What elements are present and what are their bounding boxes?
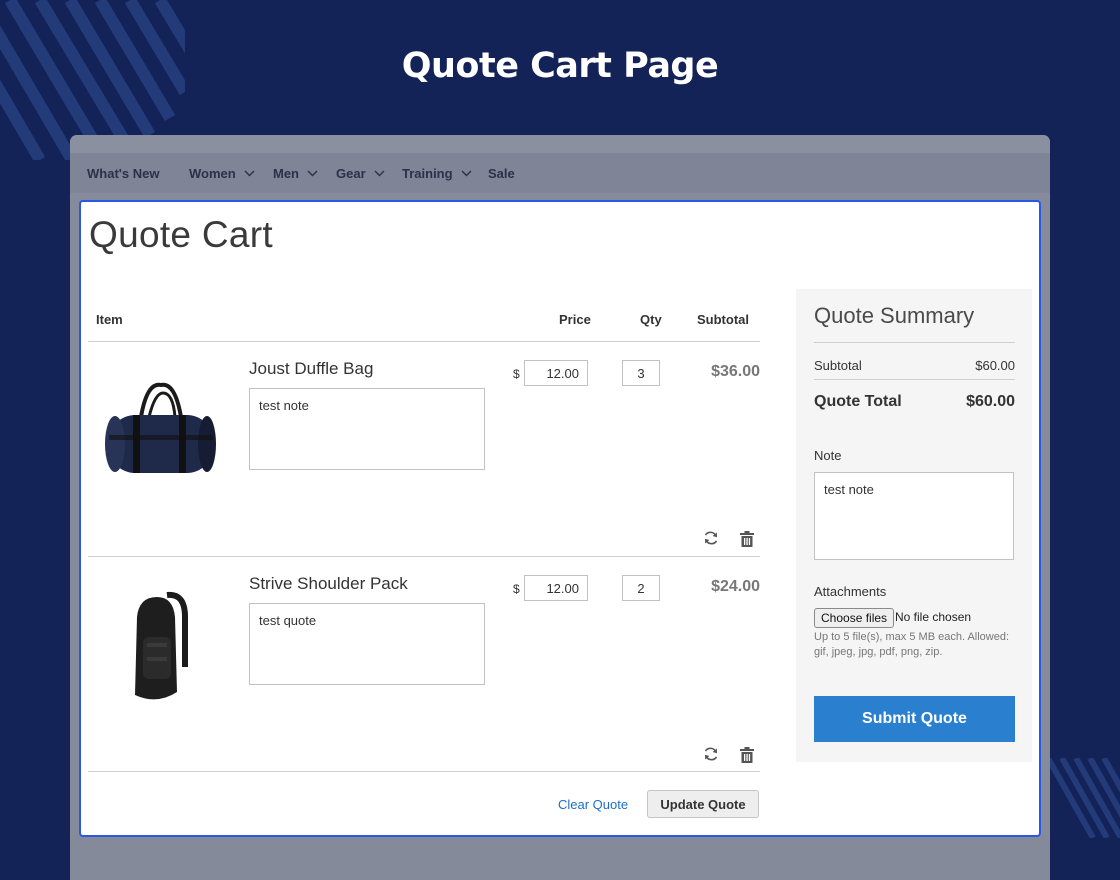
summary-divider bbox=[814, 379, 1015, 380]
attachments-help-text: Up to 5 file(s), max 5 MB each. Allowed:… bbox=[814, 631, 1010, 658]
summary-title: Quote Summary bbox=[814, 303, 975, 328]
item-note-field[interactable]: test quote bbox=[249, 603, 485, 685]
item-note-field[interactable]: test note bbox=[249, 388, 485, 470]
chevron-down-icon bbox=[461, 170, 472, 176]
shoulder-pack-image bbox=[135, 591, 188, 700]
nav-item-women[interactable]: Women bbox=[189, 153, 255, 193]
update-quote-button[interactable]: Update Quote bbox=[647, 790, 759, 818]
column-header-subtotal: Subtotal bbox=[697, 312, 749, 327]
choose-files-button[interactable]: Choose files bbox=[814, 608, 895, 628]
currency-symbol: $ bbox=[513, 367, 520, 381]
summary-divider bbox=[814, 342, 1015, 343]
quote-total-label: Quote Total bbox=[814, 393, 902, 410]
trash-icon[interactable] bbox=[738, 746, 756, 764]
quote-note-field[interactable]: test note bbox=[814, 472, 1014, 560]
item-subtotal: $36.00 bbox=[711, 363, 760, 380]
summary-subtotal-label: Subtotal bbox=[814, 358, 862, 373]
quote-summary: Quote Summary Subtotal $60.00 Quote Tota… bbox=[796, 289, 1032, 762]
table-row: Strive Shoulder Pack test quote $ 12.00 … bbox=[81, 557, 761, 771]
update-icon[interactable] bbox=[702, 745, 720, 763]
page-heading: Quote Cart Page bbox=[401, 46, 719, 86]
nav-item-label: Training bbox=[402, 165, 453, 181]
column-header-price: Price bbox=[559, 312, 591, 327]
nav-item-label: Men bbox=[273, 165, 299, 181]
chevron-down-icon bbox=[307, 170, 318, 176]
nav-item-men[interactable]: Men bbox=[273, 153, 318, 193]
column-header-item: Item bbox=[96, 312, 123, 327]
cart-title: Quote Cart bbox=[89, 214, 273, 255]
decorative-stripes-bottom-right bbox=[1048, 758, 1120, 838]
nav-item-label: Women bbox=[189, 165, 236, 181]
nav-item-sale[interactable]: Sale bbox=[488, 153, 515, 193]
summary-subtotal-value: $60.00 bbox=[975, 358, 1015, 373]
submit-quote-button[interactable]: Submit Quote bbox=[814, 696, 1015, 742]
attachments-label: Attachments bbox=[814, 584, 887, 599]
table-divider bbox=[88, 771, 760, 772]
item-name[interactable]: Strive Shoulder Pack bbox=[249, 574, 408, 594]
no-file-chosen-text: No file chosen bbox=[895, 610, 972, 624]
frame-top-band bbox=[70, 135, 1050, 153]
update-icon[interactable] bbox=[702, 529, 720, 547]
price-input[interactable]: 12.00 bbox=[524, 575, 588, 601]
nav-item-label: Sale bbox=[488, 165, 515, 181]
main-navigation: What's New Women Men Gear Training Sale bbox=[70, 153, 1050, 193]
note-label: Note bbox=[814, 448, 842, 463]
currency-symbol: $ bbox=[513, 582, 520, 596]
frame-bottom-band bbox=[70, 835, 1050, 880]
nav-item-gear[interactable]: Gear bbox=[336, 153, 385, 193]
nav-item-label: What's New bbox=[87, 165, 160, 181]
qty-input[interactable]: 3 bbox=[622, 360, 660, 386]
table-row: Joust Duffle Bag test note $ 12.00 3 $36… bbox=[81, 342, 761, 556]
trash-icon[interactable] bbox=[738, 530, 756, 548]
nav-item-label: Gear bbox=[336, 165, 366, 181]
item-name[interactable]: Joust Duffle Bag bbox=[249, 359, 373, 379]
item-subtotal: $24.00 bbox=[711, 578, 760, 595]
chevron-down-icon bbox=[244, 170, 255, 176]
column-header-qty: Qty bbox=[640, 312, 662, 327]
qty-input[interactable]: 2 bbox=[622, 575, 660, 601]
price-input[interactable]: 12.00 bbox=[524, 360, 588, 386]
clear-quote-link[interactable]: Clear Quote bbox=[558, 797, 628, 812]
chevron-down-icon bbox=[374, 170, 385, 176]
quote-cart-panel: Quote Cart Item Price Qty Subtotal Joust… bbox=[79, 200, 1041, 837]
duffle-bag-image bbox=[105, 382, 216, 473]
nav-item-training[interactable]: Training bbox=[402, 153, 472, 193]
quote-total-value: $60.00 bbox=[966, 393, 1015, 410]
nav-item-whats-new[interactable]: What's New bbox=[87, 153, 159, 193]
